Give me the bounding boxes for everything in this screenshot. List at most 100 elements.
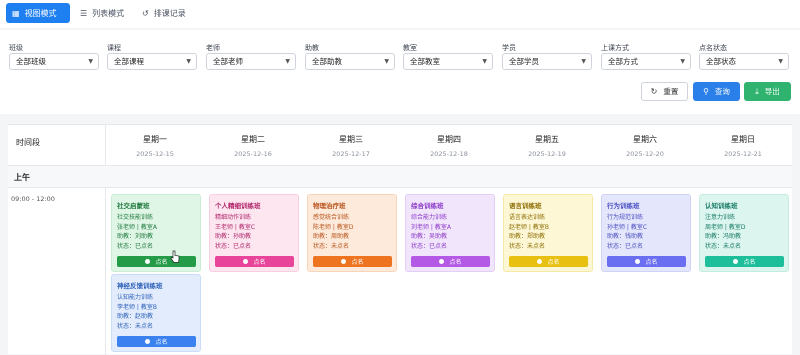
roll-call-icon (733, 259, 739, 264)
roll-call-label: 点名 (547, 259, 560, 266)
teacher-select-value: 全部老师 (213, 57, 243, 66)
query-label: 查询 (714, 87, 730, 96)
card-course: 语言表达训练 (509, 214, 546, 221)
class-card[interactable]: 社交启蒙班 社交技能训练 张老师 | 教室A 助教：刘助教 状态：已点名 点名 (111, 194, 201, 272)
filter-label-teacher: 老师 (206, 44, 220, 52)
day-header-sun: 星期日 2025-12-21 (694, 134, 792, 158)
mode-select[interactable]: 全部方式 ▼ (601, 53, 691, 70)
class-select[interactable]: 全部班级 ▼ (9, 53, 99, 70)
assistant-select[interactable]: 全部助教 ▼ (305, 53, 395, 70)
roll-call-button[interactable]: 点名 (411, 256, 490, 267)
card-course: 行为规范训练 (607, 214, 644, 221)
day-header-mon: 星期一 2025-12-15 (106, 134, 204, 158)
roll-call-icon (145, 259, 151, 264)
card-teacher: 孙老师 | 教室C (607, 223, 648, 231)
card-status: 状态：已点名 (117, 242, 154, 250)
roll-call-button[interactable]: 点名 (607, 256, 686, 267)
day-date: 2025-12-16 (234, 150, 272, 158)
chevron-down-icon: ▼ (581, 58, 586, 65)
filter-panel: 班级 全部班级 ▼ 课程 全部课程 ▼ 老师 全部老师 ▼ 助教 全部助教 ▼ … (0, 30, 800, 114)
pointer-hand-icon (170, 250, 180, 263)
day-name: 星期一 (143, 135, 167, 144)
class-card[interactable]: 个人精细训练班 精细动作训练 王老师 | 教室C 助教：孙助教 状态：已点名 点… (209, 194, 299, 272)
student-select-value: 全部学员 (509, 57, 539, 66)
tab-grid-view[interactable]: ▦ 视图模式 (6, 3, 70, 23)
chevron-down-icon: ▼ (482, 58, 487, 65)
roll-call-label: 点名 (253, 259, 266, 266)
rollcall-status-select[interactable]: 全部状态 ▼ (699, 53, 789, 70)
card-teacher: 陈老师 | 教室D (313, 223, 354, 231)
rollcall-status-value: 全部状态 (706, 57, 736, 66)
tab-list-label: 列表模式 (92, 8, 125, 18)
card-assistant: 助教：周助教 (313, 233, 350, 240)
course-select-value: 全部课程 (114, 57, 144, 66)
filter-label-classroom: 教室 (403, 44, 417, 52)
roll-call-icon (635, 259, 641, 264)
card-course: 认知能力训练 (117, 294, 154, 301)
card-title: 认知训练班 (705, 202, 738, 210)
day-date: 2025-12-20 (626, 150, 664, 158)
day-name: 星期四 (437, 135, 461, 144)
card-status: 状态：已点名 (215, 242, 252, 250)
card-status: 状态：未点名 (509, 242, 546, 250)
card-teacher: 王老师 | 教室C (215, 223, 256, 231)
chevron-down-icon: ▼ (88, 58, 93, 65)
roll-call-button[interactable]: 点名 (313, 256, 392, 267)
roll-call-icon (243, 259, 249, 264)
class-card[interactable]: 语言训练班 语言表达训练 赵老师 | 教室B 助教：郑助教 状态：未点名 点名 (503, 194, 593, 272)
roll-call-label: 点名 (645, 259, 658, 266)
day-date: 2025-12-21 (724, 150, 762, 158)
list-icon: ☰ (80, 8, 88, 18)
export-label: 导出 (764, 87, 780, 96)
class-card[interactable]: 认知训练班 注意力训练 周老师 | 教室D 助教：冯助教 状态：未点名 点名 (699, 194, 789, 272)
day-name: 星期三 (339, 135, 363, 144)
card-title: 语言训练班 (509, 202, 542, 210)
card-assistant: 助教：吴助教 (411, 233, 448, 240)
roll-call-label: 点名 (743, 259, 756, 266)
card-title: 物理治疗班 (313, 202, 346, 210)
day-date: 2025-12-17 (332, 150, 370, 158)
class-card[interactable]: 神经反馈训练班 认知能力训练 李老师 | 教室B 助教：赵助教 状态：未点名 点… (111, 274, 201, 352)
roll-call-button[interactable]: 点名 (705, 256, 784, 267)
roll-call-button[interactable]: 点名 (117, 336, 196, 347)
day-name: 星期五 (535, 135, 559, 144)
card-assistant: 助教：冯助教 (705, 233, 742, 240)
time-column-divider (105, 188, 106, 355)
filter-label-class: 班级 (9, 44, 23, 52)
classroom-select-value: 全部教室 (410, 57, 440, 66)
class-card[interactable]: 综合训练班 综合能力训练 刘老师 | 教室A 助教：吴助教 状态：已点名 点名 (405, 194, 495, 272)
chevron-down-icon: ▼ (680, 58, 685, 65)
reset-button[interactable]: ↻ 重置 (641, 82, 688, 101)
card-course: 注意力训练 (705, 214, 736, 221)
day-header-thu: 星期四 2025-12-18 (400, 134, 498, 158)
roll-call-button[interactable]: 点名 (117, 256, 196, 267)
card-title: 行为训练班 (607, 202, 640, 210)
roll-call-label: 点名 (155, 339, 168, 346)
roll-call-label: 点名 (449, 259, 462, 266)
day-header-sat: 星期六 2025-12-20 (596, 134, 694, 158)
roll-call-button[interactable]: 点名 (509, 256, 588, 267)
teacher-select[interactable]: 全部老师 ▼ (206, 53, 296, 70)
tab-schedule-history[interactable]: ↺ 排课记录 (136, 3, 198, 23)
student-select[interactable]: 全部学员 ▼ (502, 53, 592, 70)
export-button[interactable]: ⤓ 导出 (744, 82, 791, 101)
card-course: 社交技能训练 (117, 214, 154, 221)
card-teacher: 周老师 | 教室D (705, 223, 746, 231)
query-button[interactable]: ⚲ 查询 (693, 82, 740, 101)
course-select[interactable]: 全部课程 ▼ (107, 53, 197, 70)
card-assistant: 助教：赵助教 (117, 313, 154, 320)
card-status: 状态：未点名 (705, 242, 742, 250)
grid-icon: ▦ (12, 8, 20, 18)
class-card[interactable]: 行为训练班 行为规范训练 孙老师 | 教室C 助教：钱助教 状态：已点名 点名 (601, 194, 691, 272)
tab-list-view[interactable]: ☰ 列表模式 (74, 3, 132, 23)
roll-call-button[interactable]: 点名 (215, 256, 294, 267)
time-slot-label: 09:00 - 12:00 (11, 195, 55, 203)
class-card[interactable]: 物理治疗班 感觉统合训练 陈老师 | 教室D 助教：周助教 状态：未点名 点名 (307, 194, 397, 272)
day-header-tue: 星期二 2025-12-16 (204, 134, 302, 158)
filter-label-student: 学员 (502, 44, 516, 52)
card-teacher: 张老师 | 教室A (117, 223, 157, 231)
card-status: 状态：未点名 (313, 242, 350, 250)
tab-history-label: 排课记录 (153, 8, 186, 18)
classroom-select[interactable]: 全部教室 ▼ (403, 53, 493, 70)
reset-label: 重置 (663, 87, 679, 96)
